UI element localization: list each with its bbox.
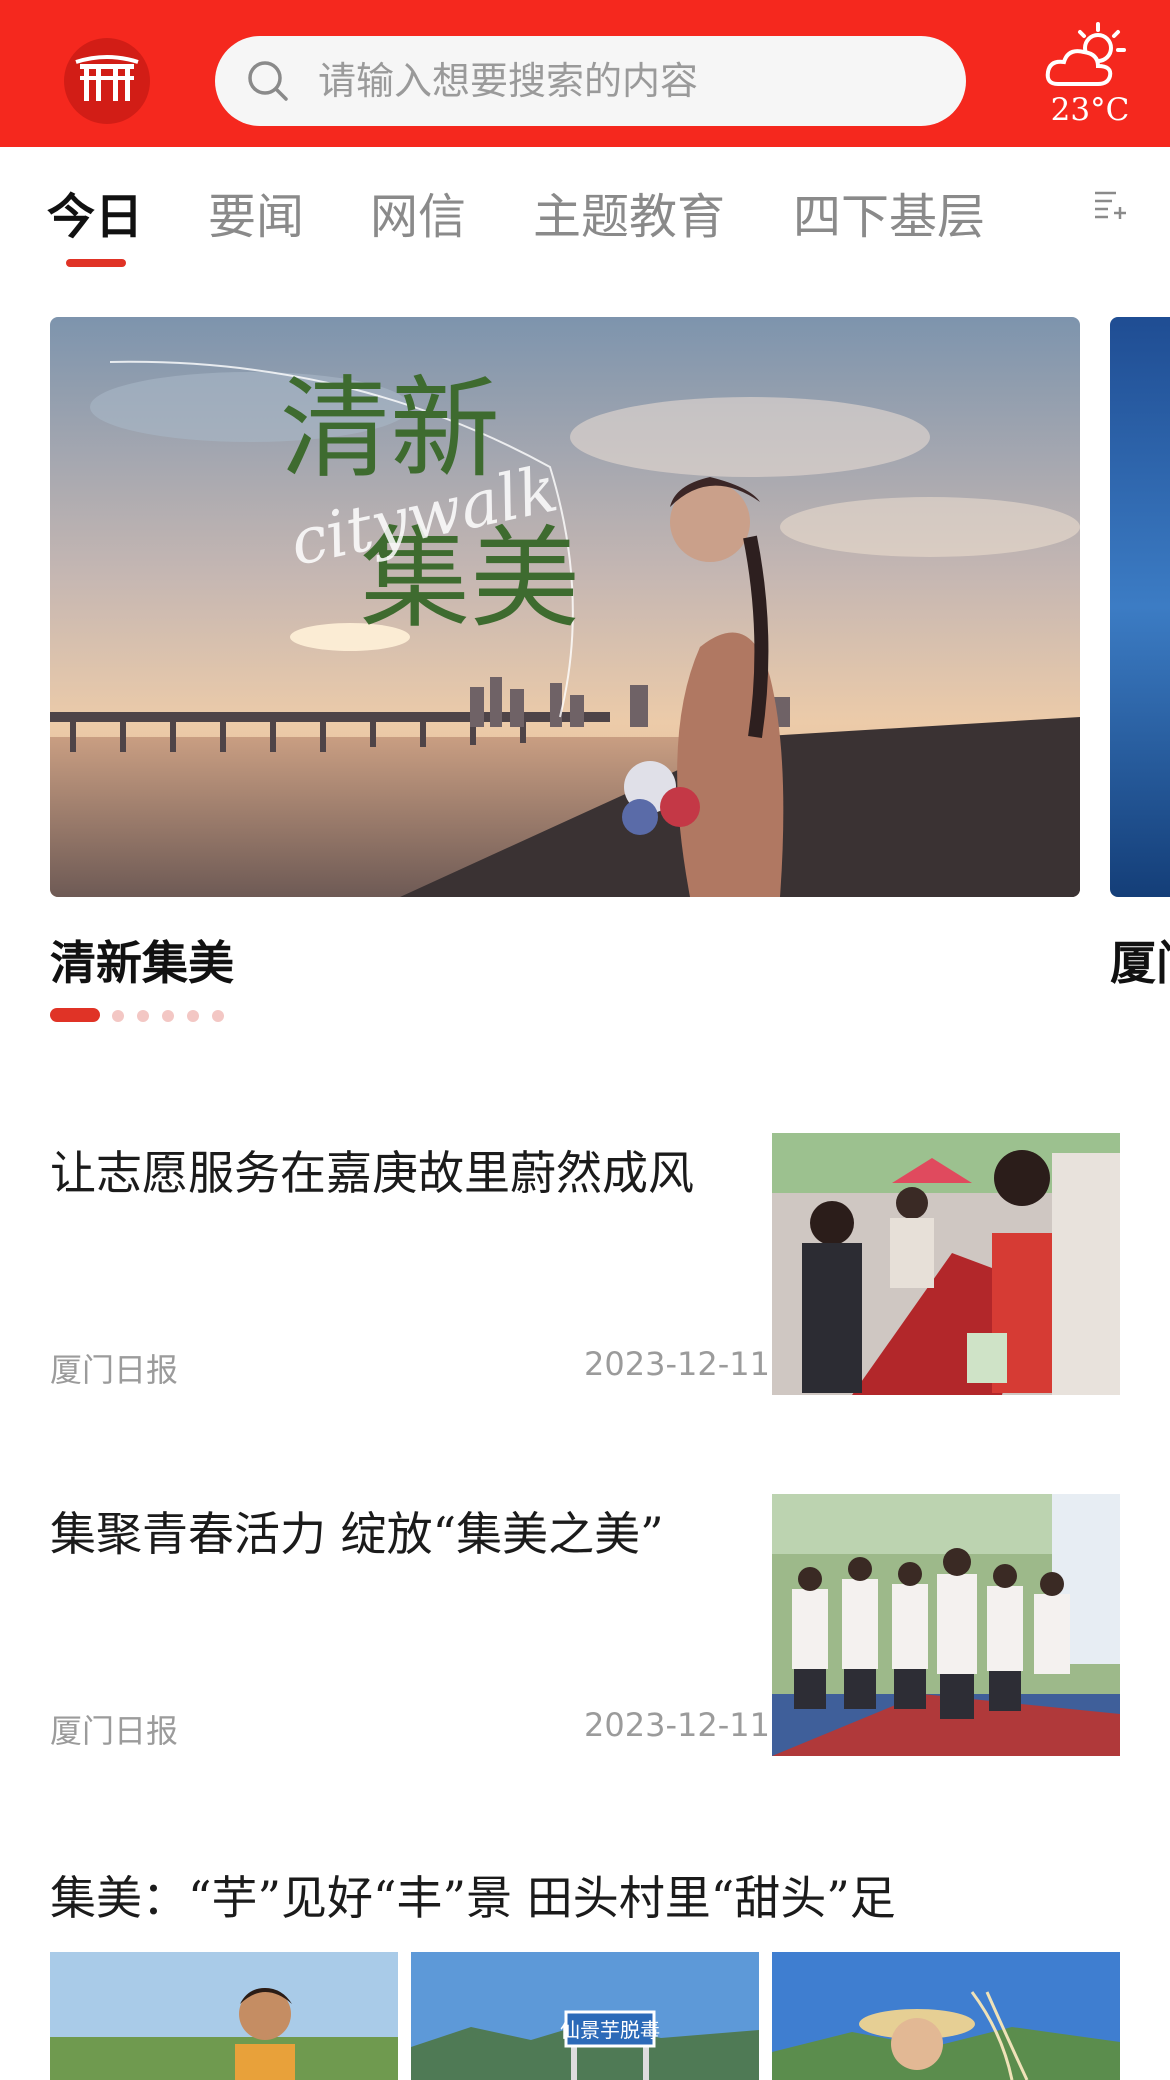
tab-headlines[interactable]: 要闻 (208, 177, 304, 247)
news-date: 2023-12-11 (584, 1345, 770, 1383)
featured-carousel[interactable]: 清新 集美 citywalk 清新集美 厦门 (0, 277, 1170, 1057)
carousel-dot[interactable] (137, 1010, 149, 1022)
news-list-item[interactable]: 集聚青春活力 绽放“集美之美” 厦门日报 2023-12-11 (50, 1494, 1120, 1756)
app-header: 请输入想要搜索的内容 23°C (0, 0, 1170, 147)
carousel-slide-image[interactable]: 清新 集美 citywalk (50, 317, 1080, 897)
gate-archway-icon (75, 55, 139, 101)
temperature-label: 23°C (1050, 92, 1130, 128)
news-title[interactable]: 集聚青春活力 绽放“集美之美” (50, 1494, 730, 1574)
channel-tabs: 今日 要闻 网信 主题教育 四下基层 (0, 147, 1170, 277)
channel-list-icon[interactable] (1092, 187, 1128, 223)
carousel-dot[interactable] (112, 1010, 124, 1022)
carousel-dot[interactable] (187, 1010, 199, 1022)
news-thumbnail[interactable] (772, 1494, 1120, 1756)
news-source: 厦门日报 (50, 1712, 179, 1750)
tab-cyberinfo[interactable]: 网信 (370, 177, 466, 247)
carousel-next-slide-image[interactable] (1110, 317, 1170, 897)
news-thumbnail[interactable] (50, 1952, 398, 2080)
search-placeholder: 请输入想要搜索的内容 (318, 59, 699, 103)
tab-today[interactable]: 今日 (47, 177, 143, 247)
carousel-dot[interactable] (212, 1010, 224, 1022)
news-title[interactable]: 让志愿服务在嘉庚故里蔚然成风 (50, 1133, 730, 1213)
news-list-item[interactable]: 让志愿服务在嘉庚故里蔚然成风 厦门日报 2023-12-11 (50, 1133, 1120, 1395)
tab-theme-education[interactable]: 主题教育 (533, 177, 725, 247)
sign-text: 仙景芋脱毒 (560, 2018, 660, 2042)
news-title-multi-image[interactable]: 集美：“芋”见好“丰”景 田头村里“甜头”足 (50, 1862, 1150, 1928)
active-tab-indicator (66, 259, 126, 267)
news-thumbnail[interactable] (772, 1952, 1120, 2080)
news-thumbnail[interactable]: 仙景芋脱毒 (411, 1952, 759, 2080)
news-date: 2023-12-11 (584, 1706, 770, 1744)
carousel-dot-active[interactable] (50, 1008, 100, 1022)
news-thumbnail[interactable] (772, 1133, 1120, 1395)
logo[interactable] (64, 38, 150, 124)
carousel-next-slide-title[interactable]: 厦门 (1110, 927, 1170, 993)
search-bar[interactable]: 请输入想要搜索的内容 (215, 36, 966, 126)
tab-grassroots[interactable]: 四下基层 (793, 177, 985, 247)
partly-cloudy-icon (1045, 22, 1126, 86)
news-source: 厦门日报 (50, 1351, 179, 1389)
carousel-slide-title[interactable]: 清新集美 (50, 927, 234, 993)
search-icon (248, 61, 288, 101)
carousel-dot[interactable] (162, 1010, 174, 1022)
weather-widget[interactable]: 23°C (1030, 18, 1150, 133)
